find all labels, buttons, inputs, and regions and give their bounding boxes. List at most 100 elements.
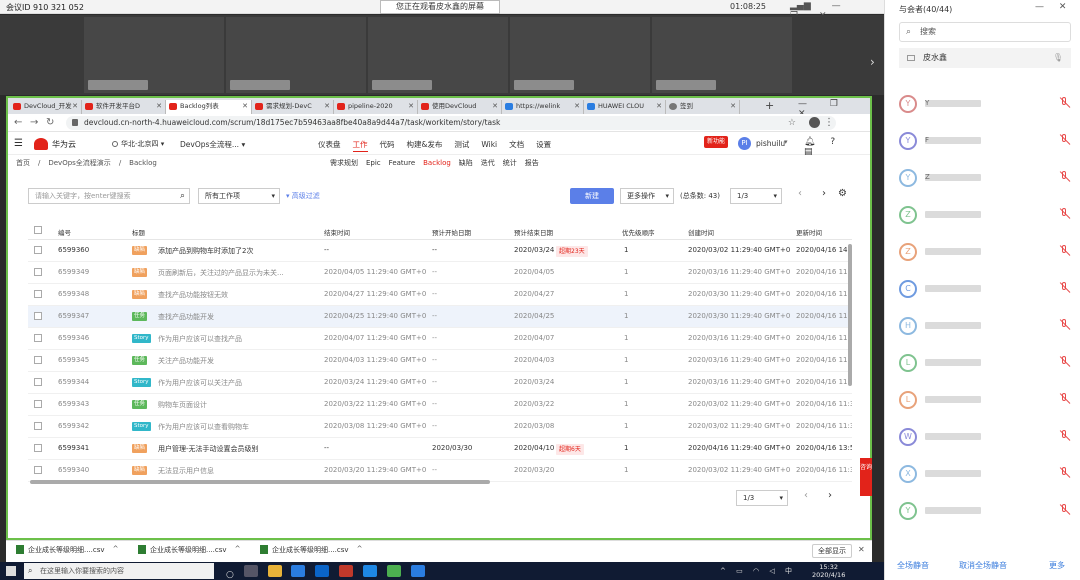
table-row[interactable]: 6599340 缺陷 无法显示用户信息 2020/03/20 11:29:40 GMT… [28, 460, 852, 482]
table-row[interactable]: 6599341 缺陷 用户管理-无法手动设置会员级别 -- 2020/03/30 2020… [28, 438, 852, 460]
up-arrow-icon[interactable]: ^ [720, 567, 726, 575]
participant-search-input[interactable]: ⌕ 搜索 [899, 22, 1071, 42]
row-checkbox[interactable] [34, 312, 42, 320]
chevron-up-icon[interactable]: ^ [235, 545, 241, 553]
next-page-icon[interactable]: › [828, 490, 832, 501]
gear-icon[interactable]: ⚙ [838, 188, 847, 199]
chevron-right-icon[interactable]: › [870, 55, 875, 69]
video-tile[interactable] [510, 17, 650, 93]
forward-icon[interactable]: → [30, 117, 38, 128]
breadcrumb-item[interactable]: DevOps全流程演示 [48, 159, 110, 167]
close-icon[interactable]: ✕ [656, 100, 662, 112]
browser-tab[interactable]: 软件开发平台D ✕ [82, 100, 166, 114]
store-icon[interactable] [291, 565, 306, 577]
task-view-icon[interactable] [243, 565, 258, 577]
close-icon[interactable]: ✕ [730, 100, 736, 112]
mic-muted-icon[interactable] [1059, 282, 1071, 294]
row-checkbox[interactable] [34, 444, 42, 452]
row-checkbox[interactable] [34, 334, 42, 342]
row-checkbox[interactable] [34, 268, 42, 276]
outlook-icon[interactable] [315, 565, 330, 577]
cell-title-link[interactable]: 添加产品到购物车时添加了2次 [158, 246, 316, 256]
cell-title-link[interactable]: 作为用户应该可以查看购物车 [158, 422, 316, 432]
more-button[interactable]: 更多 [1049, 560, 1065, 571]
mic-muted-icon[interactable] [1059, 208, 1071, 220]
browser-tab[interactable]: https://welink ✕ [502, 100, 584, 114]
nav-item[interactable]: 工作 [352, 140, 368, 152]
participant-row[interactable]: Y [885, 493, 1080, 530]
mic-muted-icon[interactable] [1059, 467, 1071, 479]
nav-item[interactable]: 测试 [454, 140, 469, 149]
participant-row[interactable]: YF [885, 123, 1080, 160]
welink-icon[interactable] [410, 565, 425, 577]
bookmark-star-icon[interactable]: ☆ [788, 116, 796, 130]
new-tab-icon[interactable]: + [765, 99, 774, 112]
cell-title-link[interactable]: 关注产品功能开发 [158, 356, 316, 366]
page-select[interactable]: 1/3 ▾ [730, 188, 782, 204]
bell-icon[interactable]: 🔔︎ [804, 137, 815, 147]
address-bar[interactable]: devcloud.cn-north-4.huaweicloud.com/scru… [66, 116, 836, 130]
table-row[interactable]: 6599360 缺陷 添加产品到购物车时添加了2次 -- -- 2020/03/24 超期2… [28, 240, 852, 262]
sub-tab[interactable]: 报告 [525, 159, 539, 167]
cortana-icon[interactable]: ○ [226, 570, 234, 580]
mic-muted-icon[interactable] [1059, 356, 1071, 368]
mic-muted-icon[interactable] [1059, 319, 1071, 331]
mic-muted-icon[interactable] [1059, 430, 1071, 442]
mic-muted-icon[interactable] [1059, 171, 1071, 183]
column-header[interactable]: 创建时间 [688, 227, 714, 237]
chevron-down-icon[interactable]: ▾ [784, 138, 788, 146]
participant-row[interactable]: Z [885, 234, 1080, 271]
row-checkbox[interactable] [34, 246, 42, 254]
wechat-icon[interactable] [386, 565, 401, 577]
ime-icon[interactable]: 中 [785, 567, 792, 575]
video-tile[interactable] [652, 17, 792, 93]
row-checkbox[interactable] [34, 400, 42, 408]
menu-icon[interactable]: ☰ [14, 138, 23, 149]
nav-item[interactable]: 代码 [380, 140, 395, 149]
column-header[interactable]: 优先级顺序 [622, 227, 655, 237]
avatar[interactable]: PI [738, 137, 751, 150]
browser-tab[interactable]: HUAWEI CLOU ✕ [584, 100, 666, 114]
column-header[interactable]: 结束时间 [324, 227, 350, 237]
minimize-icon[interactable]: — [1035, 2, 1044, 12]
table-row[interactable]: 6599348 缺陷 查找产品功能按钮无效 2020/04/27 11:29:40 G… [28, 284, 852, 306]
cell-title-link[interactable]: 无法显示用户信息 [158, 466, 316, 476]
menu-more-icon[interactable]: ⋮ [824, 116, 834, 130]
mic-muted-icon[interactable] [1059, 393, 1071, 405]
more-actions-button[interactable]: 更多操作 ▾ [620, 188, 674, 204]
cell-title-link[interactable]: 作为用户应该可以查找产品 [158, 334, 316, 344]
close-icon[interactable]: ✕ [242, 100, 248, 112]
close-icon[interactable]: ✕ [72, 100, 78, 112]
project-selector[interactable]: DevOps全流程... ▾ [180, 139, 245, 150]
back-icon[interactable]: ← [14, 117, 22, 128]
browser-tab[interactable]: 使用DevCloud ✕ [418, 100, 502, 114]
advanced-filter-link[interactable]: ▾ 高级过滤 [286, 191, 320, 201]
minimize-icon[interactable]: — [798, 99, 807, 109]
help-side-tab[interactable]: 咨询 [860, 458, 872, 496]
restore-icon[interactable]: ❐ [830, 99, 838, 109]
sub-tab[interactable]: Epic [366, 159, 381, 167]
edge-icon[interactable] [363, 565, 378, 577]
participant-row[interactable]: YZ [885, 160, 1080, 197]
chrome-icon[interactable] [339, 565, 354, 577]
close-icon[interactable]: ✕ [156, 100, 162, 112]
browser-tab[interactable]: pipeline-2020 ✕ [334, 100, 418, 114]
breadcrumb-item[interactable]: 首页 [16, 159, 30, 167]
participant-row[interactable]: L [885, 345, 1080, 382]
nav-item[interactable]: Wiki [481, 140, 497, 149]
download-item[interactable]: 企业成长等级明细....csv ^ [16, 545, 119, 555]
video-tile[interactable] [84, 17, 224, 93]
table-row[interactable]: 6599344 Story 作为用户应该可以关注产品 2020/03/24 11:29… [28, 372, 852, 394]
cell-title-link[interactable]: 用户管理-无法手动设置会员级别 [158, 444, 316, 454]
taskbar-search[interactable]: ⌕ 在这里输入你要搜索的内容 [24, 563, 214, 579]
huawei-logo[interactable] [34, 138, 48, 150]
bottom-page-select[interactable]: 1/3 ▾ [736, 490, 788, 506]
search-icon[interactable]: ⌕ [180, 189, 185, 203]
browser-tab[interactable]: 需求规划-DevC ✕ [252, 100, 334, 114]
download-item[interactable]: 企业成长等级明细....csv ^ [260, 545, 363, 555]
sub-tab[interactable]: 需求规划 [330, 159, 358, 167]
nav-item[interactable]: 构建&发布 [407, 140, 443, 149]
close-icon[interactable]: ✕ [492, 100, 498, 112]
participant-row[interactable]: X [885, 456, 1080, 493]
horizontal-scrollbar[interactable] [30, 480, 490, 484]
